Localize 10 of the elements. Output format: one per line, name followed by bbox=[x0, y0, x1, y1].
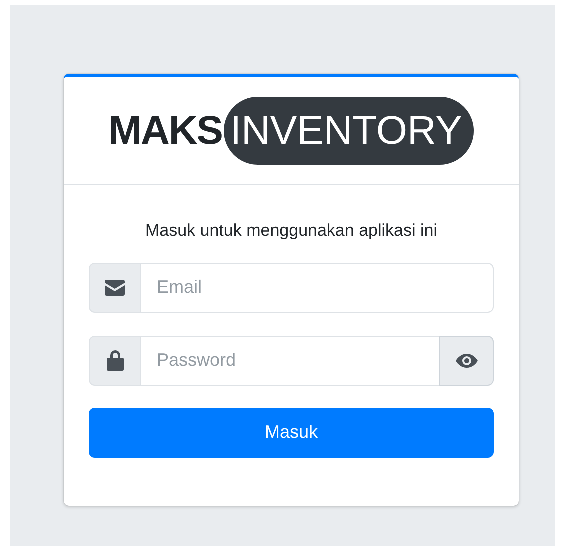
envelope-icon bbox=[105, 280, 125, 296]
eye-icon bbox=[456, 354, 478, 368]
login-button[interactable]: Masuk bbox=[89, 408, 494, 458]
login-message: Masuk untuk menggunakan aplikasi ini bbox=[144, 220, 438, 242]
email-field[interactable]: Email bbox=[140, 262, 494, 312]
brand-text: MAKS bbox=[108, 108, 222, 154]
brand-pill: INVENTORY bbox=[224, 96, 474, 164]
show-password-button[interactable] bbox=[439, 336, 494, 386]
lock-icon bbox=[106, 350, 124, 371]
password-field[interactable]: Password bbox=[140, 336, 440, 386]
